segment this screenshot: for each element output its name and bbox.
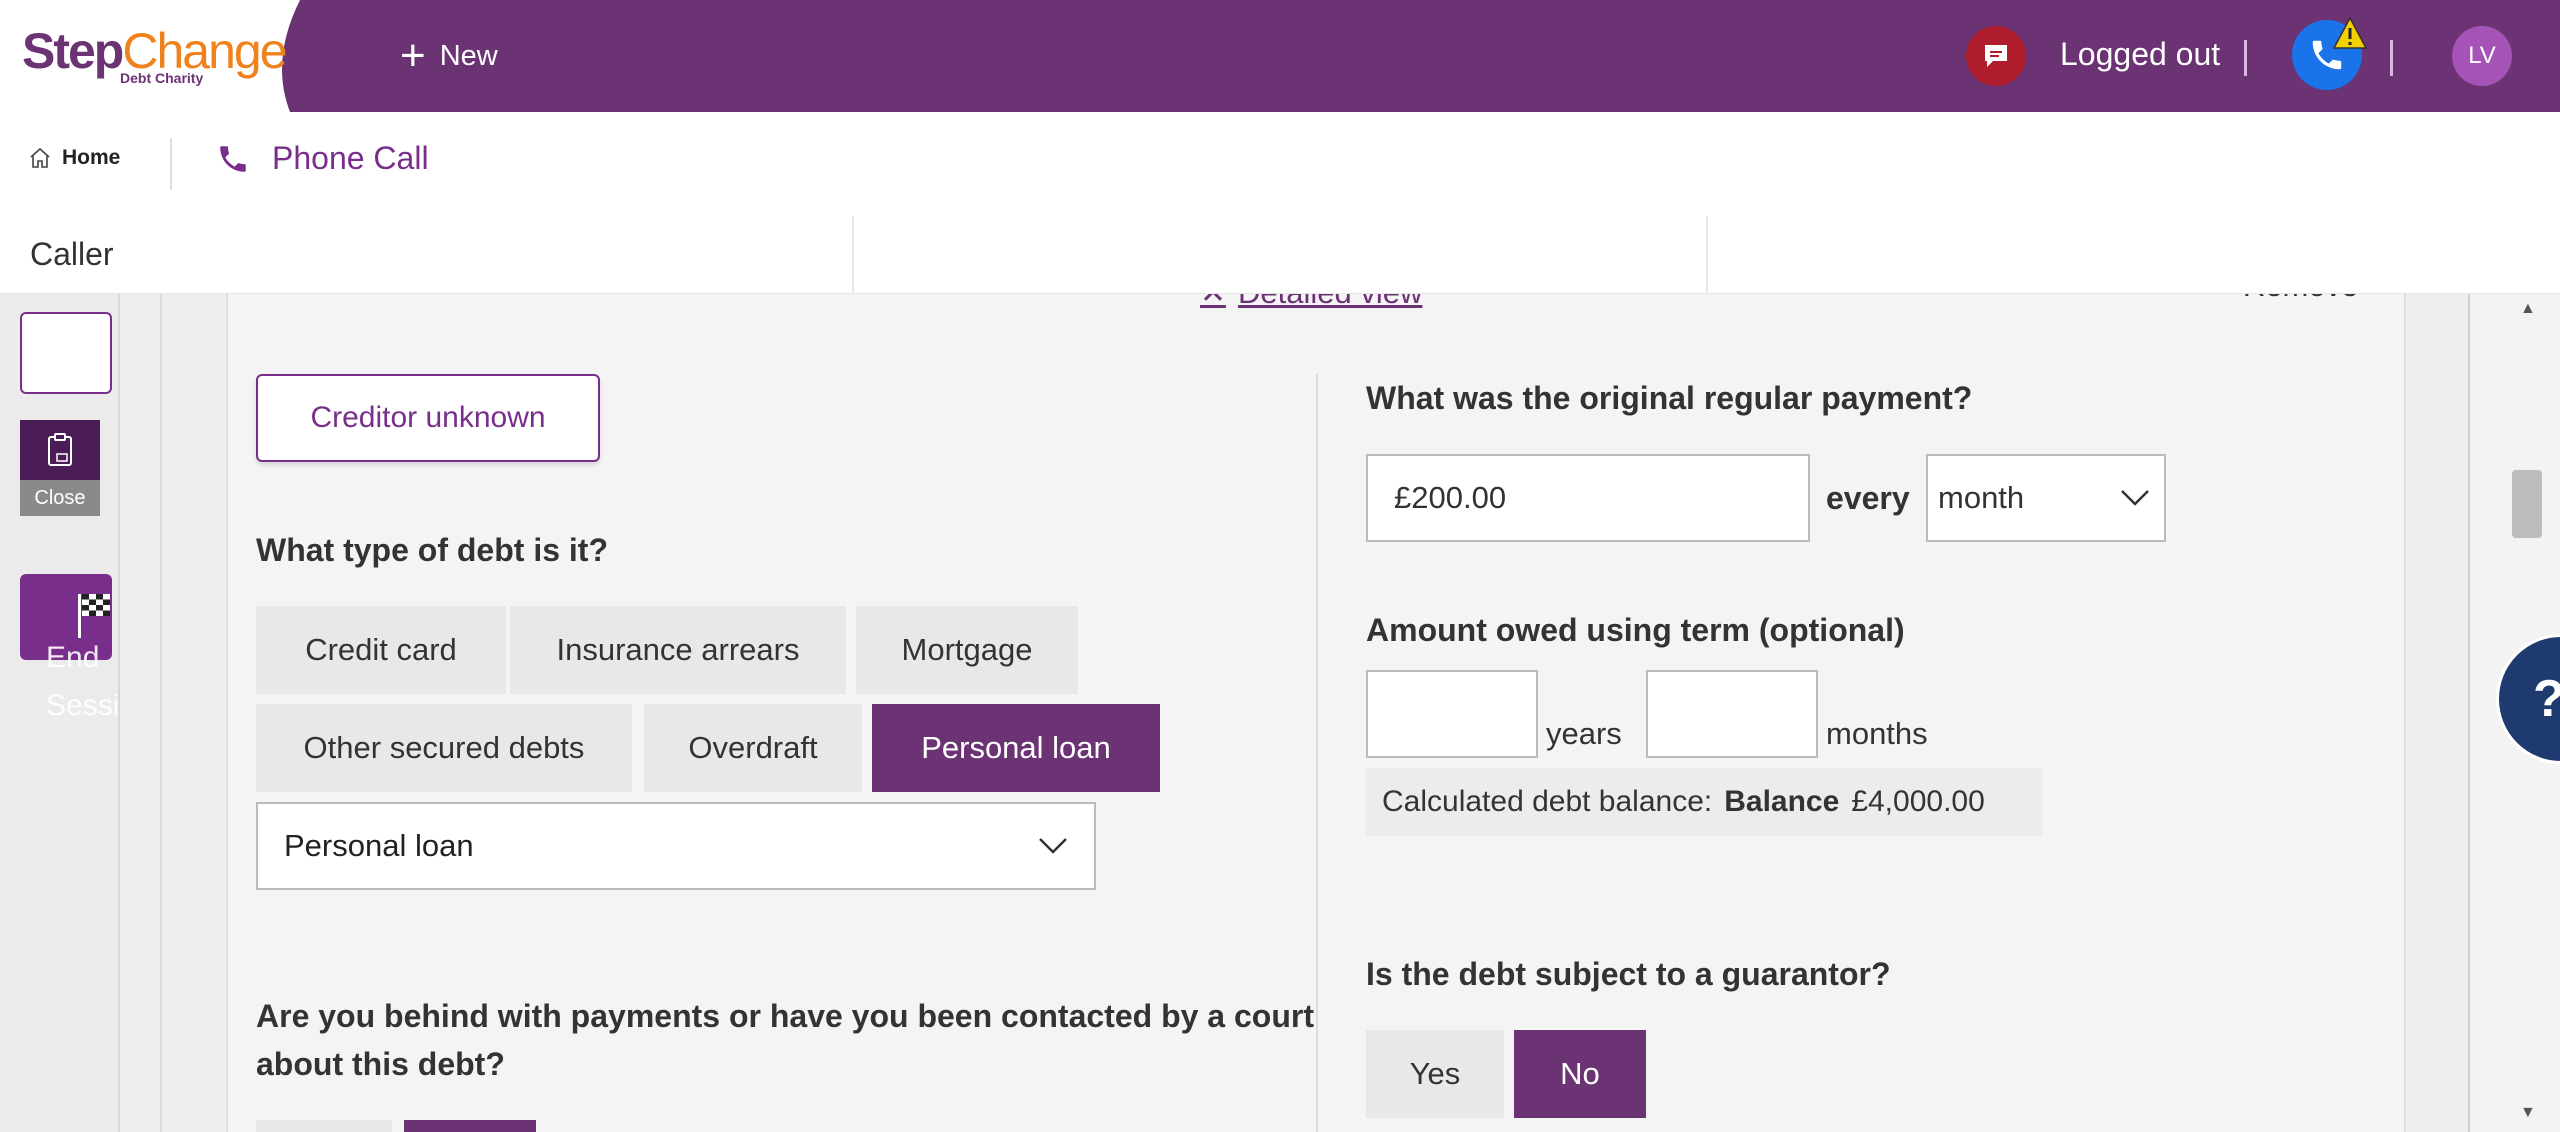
guarantor-no-button[interactable]: No [1514,1030,1646,1118]
tab-bar: Home Phone Call [0,112,2560,216]
left-rail: Close End Session [0,294,153,1132]
divider [1706,216,1708,294]
original-payment-input[interactable]: £200.00 [1366,454,1810,542]
tab-home-label: Home [62,146,121,169]
avatar[interactable]: LV [2452,26,2512,86]
behind-yes-button[interactable] [256,1120,392,1132]
years-label: years [1546,716,1622,751]
tab-home[interactable]: Home [28,146,120,170]
column-divider [1316,374,1318,1132]
scroll-up-icon[interactable]: ▲ [2520,300,2536,318]
rail-blank-button[interactable] [20,312,112,394]
new-label: New [439,39,498,72]
debt-type-select[interactable]: Personal loan [256,802,1096,890]
original-payment-question: What was the original regular payment? [1366,380,1973,416]
help-icon: ? [2533,669,2560,729]
frequency-select[interactable]: month [1926,454,2166,542]
presence-status[interactable]: Logged out [2060,36,2220,73]
close-button[interactable]: Close [20,480,100,516]
logo[interactable]: StepChange Debt Charity [0,0,300,112]
phone-icon [220,145,246,172]
plus-icon: + [400,31,426,80]
chevron-down-icon [2121,490,2149,506]
debt-type-overdraft[interactable]: Overdraft [644,704,862,792]
calculated-balance: Calculated debt balance: Balance £4,000.… [1366,768,2042,836]
frequency-select-value: month [1938,480,2025,515]
logo-subtitle: Debt Charity [120,70,204,86]
flag-icon [78,594,110,638]
term-question: Amount owed using term (optional) [1366,612,1905,648]
calc-label: Calculated debt balance: [1382,785,1713,818]
years-input[interactable] [1366,670,1538,758]
scrollbar-thumb[interactable] [2512,470,2542,538]
creditor-unknown-button[interactable]: Creditor unknown [256,374,600,462]
divider [852,216,854,294]
debt-type-select-value: Personal loan [284,828,474,863]
calc-balance-value: £4,000.00 [1851,785,1985,818]
debt-type-question: What type of debt is it? [256,532,608,568]
behind-payments-question: Are you behind with payments or have you… [256,998,1314,1082]
new-button[interactable]: + New [400,32,498,80]
caller-header: Caller [0,216,2560,294]
behind-no-button[interactable] [404,1120,536,1132]
divider [2244,40,2247,76]
divider [170,138,172,190]
debt-type-personal-loan[interactable]: Personal loan [872,704,1160,792]
months-label: months [1826,716,1928,751]
chat-icon[interactable] [1966,26,2026,86]
chevron-down-icon [1039,838,1067,854]
home-icon [30,147,50,168]
clipboard-icon[interactable] [20,420,100,480]
debt-type-mortgage[interactable]: Mortgage [856,606,1078,694]
divider [2390,40,2393,76]
scroll-down-icon[interactable]: ▼ [2520,1104,2536,1122]
caller-label: Caller [30,236,114,272]
guarantor-yes-button[interactable]: Yes [1366,1030,1504,1118]
calc-balance-label: Balance [1724,785,1840,818]
debt-type-credit-card[interactable]: Credit card [256,606,506,694]
divider [160,294,162,1132]
tab-phone-call[interactable]: Phone Call [216,140,429,177]
tab-phone-call-label: Phone Call [272,140,429,176]
debt-type-other-secured[interactable]: Other secured debts [256,704,632,792]
warning-icon [2332,16,2368,50]
debt-type-insurance-arrears[interactable]: Insurance arrears [510,606,846,694]
months-input[interactable] [1646,670,1818,758]
top-bar: StepChange Debt Charity + New Logged out… [0,0,2560,112]
guarantor-question: Is the debt subject to a guarantor? [1366,956,1891,992]
every-label: every [1826,480,1910,516]
